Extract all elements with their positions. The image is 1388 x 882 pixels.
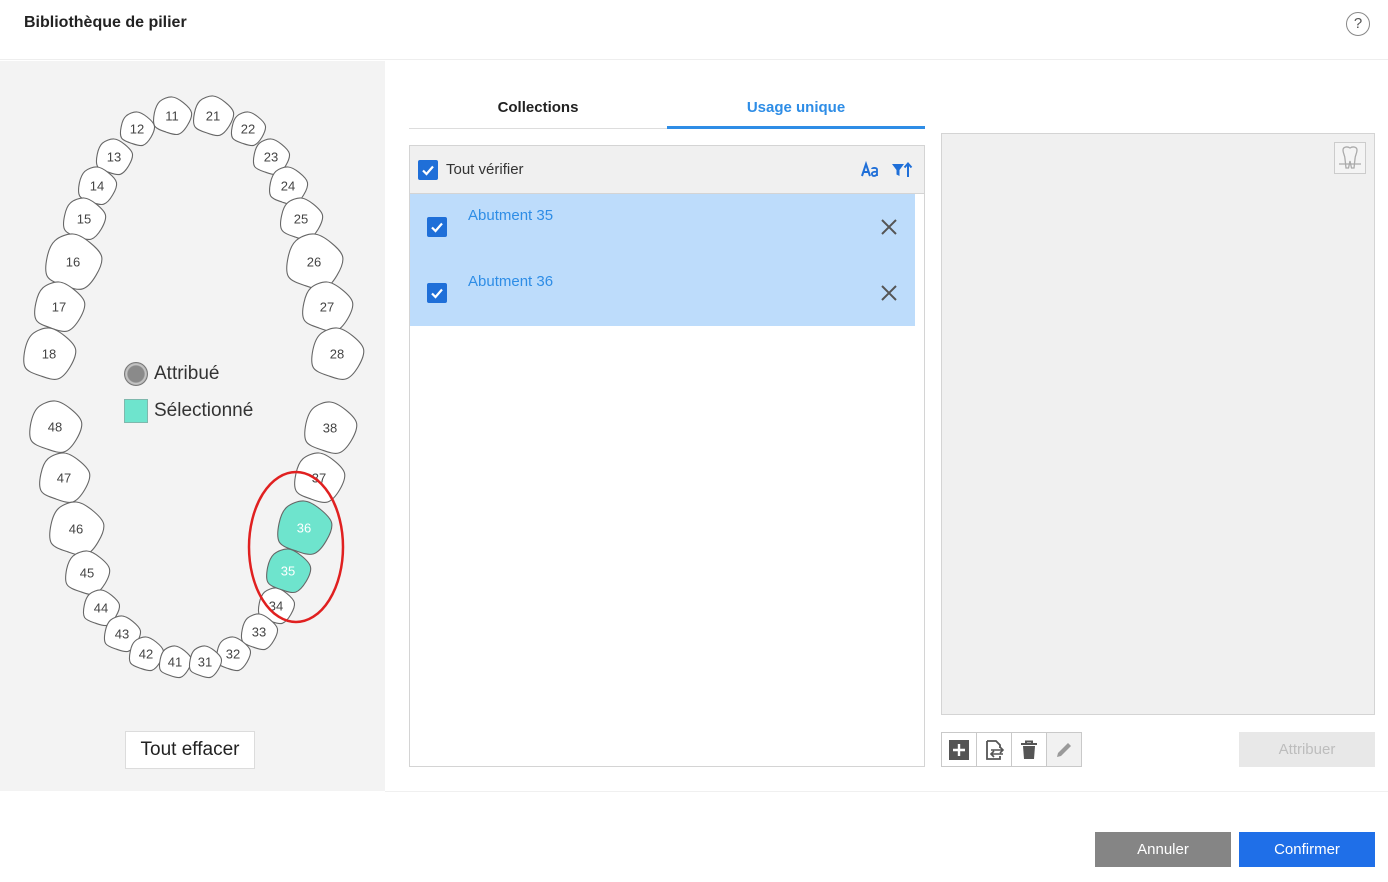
abutment-list: Tout vérifier Abutment 35 Abutment 36	[409, 145, 925, 767]
tooth-number: 11	[165, 109, 179, 124]
tooth-number: 38	[323, 421, 337, 436]
tooth-number: 25	[294, 212, 308, 227]
tooth-48[interactable]: 48	[29, 400, 83, 453]
tooth-number: 12	[130, 122, 144, 137]
tooth-number: 16	[66, 255, 80, 270]
list-item[interactable]: Abutment 36	[410, 260, 915, 326]
tooth-number: 24	[281, 179, 295, 194]
tooth-36[interactable]: 36	[277, 500, 333, 555]
tooth-number: 14	[90, 179, 104, 194]
tooth-preview-icon[interactable]	[1334, 142, 1366, 174]
tab-bar: Collections Usage unique	[409, 90, 925, 129]
legend-selected: Sélectionné	[124, 399, 253, 423]
cancel-button[interactable]: Annuler	[1095, 832, 1231, 867]
tab-single-use[interactable]: Usage unique	[667, 90, 925, 129]
tooth-47[interactable]: 47	[39, 452, 91, 503]
legend-assigned-label: Attribué	[154, 363, 220, 384]
pencil-icon[interactable]	[1046, 732, 1082, 767]
tooth-11[interactable]: 11	[152, 96, 193, 136]
tooth-22[interactable]: 22	[230, 111, 267, 147]
tooth-number: 28	[330, 347, 344, 362]
assign-button[interactable]: Attribuer	[1239, 732, 1375, 767]
tooth-35[interactable]: 35	[266, 548, 312, 594]
tooth-number: 13	[107, 150, 121, 165]
tooth-number: 18	[42, 347, 56, 362]
tooth-number: 35	[281, 564, 295, 579]
tooth-number: 36	[297, 521, 311, 536]
filter-sort-icon[interactable]	[891, 160, 913, 185]
tooth-number: 15	[77, 212, 91, 227]
legend-selected-label: Sélectionné	[154, 400, 254, 421]
item-label: Abutment 35	[468, 207, 554, 224]
tooth-number: 46	[69, 522, 83, 537]
footer-divider	[385, 791, 1388, 792]
tooth-28[interactable]: 28	[311, 327, 365, 380]
tooth-27[interactable]: 27	[302, 281, 354, 332]
tooth-46[interactable]: 46	[49, 501, 105, 556]
close-icon[interactable]	[880, 218, 898, 241]
tooth-number: 22	[241, 122, 255, 137]
tooth-number: 33	[252, 625, 266, 640]
check-all-checkbox[interactable]	[418, 160, 438, 180]
tooth-26[interactable]: 26	[286, 233, 344, 290]
tooth-chart-panel: 11 21 12 22 13 23 14 24 15 25 16 26 17 27 18 28 48 38 47 37…	[0, 61, 385, 791]
check-all-label: Tout vérifier	[446, 161, 524, 178]
tooth-chart: 11 21 12 22 13 23 14 24 15 25 16 26 17 27 18 28 48 38 47 37…	[23, 95, 365, 679]
tab-collections[interactable]: Collections	[409, 90, 667, 129]
tooth-number: 45	[80, 566, 94, 581]
sort-alpha-icon[interactable]	[860, 160, 880, 185]
tooth-45[interactable]: 45	[65, 550, 111, 596]
tooth-number: 43	[115, 627, 129, 642]
abutment-preview	[941, 133, 1375, 715]
tooth-number: 23	[264, 150, 278, 165]
tooth-number: 26	[307, 255, 321, 270]
tooth-number: 31	[198, 655, 212, 670]
tooth-number: 32	[226, 647, 240, 662]
item-label: Abutment 36	[468, 273, 554, 290]
tooth-number: 47	[57, 471, 71, 486]
tooth-21[interactable]: 21	[193, 95, 235, 137]
item-checkbox[interactable]	[427, 217, 447, 237]
legend-assigned: Attribué	[124, 362, 219, 386]
tooth-12[interactable]: 12	[119, 111, 156, 147]
list-item[interactable]: Abutment 35	[410, 194, 915, 260]
dialog-title: Bibliothèque de pilier	[24, 14, 187, 31]
tooth-42[interactable]: 42	[128, 636, 165, 672]
dialog-header: Bibliothèque de pilier ?	[0, 0, 1388, 60]
clear-all-button[interactable]: Tout effacer	[125, 731, 255, 769]
preview-toolbar	[941, 732, 1082, 767]
tooth-18[interactable]: 18	[23, 327, 77, 380]
tooth-41[interactable]: 41	[158, 645, 193, 679]
tooth-31[interactable]: 31	[188, 645, 223, 679]
selected-swatch	[124, 399, 148, 423]
close-icon[interactable]	[880, 284, 898, 307]
tooth-number: 42	[139, 647, 153, 662]
tooth-number: 17	[52, 300, 66, 315]
add-icon[interactable]	[941, 732, 977, 767]
tooth-number: 21	[206, 109, 220, 124]
tooth-number: 27	[320, 300, 334, 315]
tooth-37[interactable]: 37	[294, 452, 346, 503]
tooth-38[interactable]: 38	[304, 401, 358, 454]
confirm-button[interactable]: Confirmer	[1239, 832, 1375, 867]
item-checkbox[interactable]	[427, 283, 447, 303]
tooth-number: 44	[94, 601, 108, 616]
list-header: Tout vérifier	[410, 146, 924, 194]
assigned-swatch	[124, 362, 148, 386]
tooth-number: 48	[48, 420, 62, 435]
tooth-16[interactable]: 16	[45, 233, 103, 290]
import-icon[interactable]	[976, 732, 1012, 767]
tooth-25[interactable]: 25	[280, 197, 324, 241]
tooth-number: 41	[168, 655, 182, 670]
help-icon[interactable]: ?	[1346, 12, 1370, 36]
trash-icon[interactable]	[1011, 732, 1047, 767]
